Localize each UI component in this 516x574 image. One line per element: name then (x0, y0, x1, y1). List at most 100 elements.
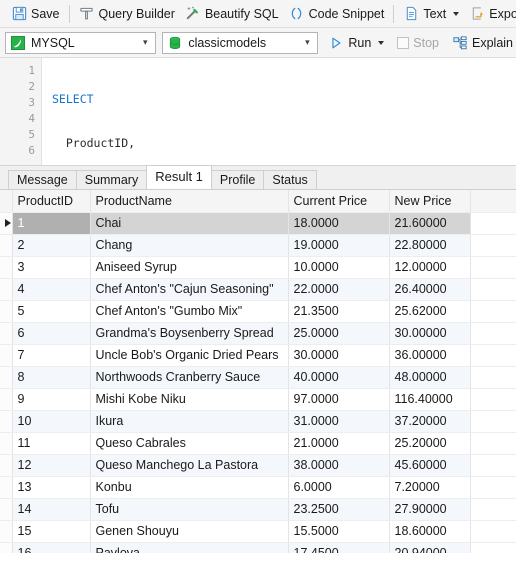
cell-currentprice[interactable]: 15.5000 (288, 520, 390, 543)
row-selector-cell[interactable] (0, 410, 13, 433)
row-selector-cell[interactable] (0, 278, 13, 301)
row-selector-cell[interactable] (0, 520, 13, 543)
driver-select[interactable]: MYSQL ▾ (5, 31, 157, 54)
row-selector-cell[interactable] (0, 498, 13, 521)
tab-profile[interactable]: Profile (210, 170, 265, 189)
cell-newprice[interactable]: 18.60000 (389, 520, 471, 543)
chevron-down-icon[interactable] (453, 11, 460, 16)
cell-productname[interactable]: Ikura (90, 410, 289, 433)
cell-currentprice[interactable]: 38.0000 (288, 454, 390, 477)
run-button[interactable]: Run (324, 32, 387, 54)
cell-productid[interactable]: 9 (12, 388, 91, 411)
row-selector-cell[interactable] (0, 344, 13, 367)
cell-productname[interactable]: Konbu (90, 476, 289, 499)
table-row[interactable]: 7 Uncle Bob's Organic Dried Pears 30.0000 3… (0, 344, 516, 367)
sql-code-area[interactable]: SELECT ProductID, ProductName, UnitPrice… (42, 58, 516, 165)
cell-currentprice[interactable]: 31.0000 (288, 410, 390, 433)
row-selector-cell[interactable] (0, 432, 13, 455)
cell-productid[interactable]: 5 (12, 300, 91, 323)
code-snippet-button[interactable]: Code Snippet (284, 2, 390, 26)
chevron-down-icon[interactable]: ▾ (300, 37, 314, 48)
cell-newprice[interactable]: 12.00000 (389, 256, 471, 279)
cell-productid[interactable]: 12 (12, 454, 91, 477)
cell-productname[interactable]: Tofu (90, 498, 289, 521)
cell-currentprice[interactable]: 18.0000 (288, 212, 390, 235)
cell-productid[interactable]: 4 (12, 278, 91, 301)
save-button[interactable]: Save (6, 2, 65, 26)
column-header-newprice[interactable]: New Price (389, 190, 471, 213)
cell-productid[interactable]: 15 (12, 520, 91, 543)
cell-newprice[interactable]: 20.94000 (389, 542, 471, 553)
cell-newprice[interactable]: 27.90000 (389, 498, 471, 521)
table-row[interactable]: 8 Northwoods Cranberry Sauce 40.0000 48.000… (0, 366, 516, 389)
table-row[interactable]: 1 Chai 18.0000 21.60000 (0, 212, 516, 235)
cell-productname[interactable]: Aniseed Syrup (90, 256, 289, 279)
cell-productid[interactable]: 3 (12, 256, 91, 279)
table-row[interactable]: 14 Tofu 23.2500 27.90000 (0, 498, 516, 521)
row-selector-cell[interactable] (0, 322, 13, 345)
export-result-button[interactable]: Export Re (464, 2, 516, 26)
cell-productid[interactable]: 16 (12, 542, 91, 553)
cell-newprice[interactable]: 30.00000 (389, 322, 471, 345)
cell-newprice[interactable]: 25.62000 (389, 300, 471, 323)
cell-productid[interactable]: 2 (12, 234, 91, 257)
tab-summary[interactable]: Summary (75, 170, 148, 189)
table-row[interactable]: 9 Mishi Kobe Niku 97.0000 116.40000 (0, 388, 516, 411)
cell-productname[interactable]: Pavlova (90, 542, 289, 553)
column-header-productname[interactable]: ProductName (90, 190, 289, 213)
cell-productid[interactable]: 11 (12, 432, 91, 455)
cell-newprice[interactable]: 45.60000 (389, 454, 471, 477)
cell-productname[interactable]: Mishi Kobe Niku (90, 388, 289, 411)
column-header-productid[interactable]: ProductID (12, 190, 91, 213)
chevron-down-icon[interactable]: ▾ (138, 37, 152, 48)
sql-editor[interactable]: 1 2 3 4 5 6 SELECT ProductID, ProductNam… (0, 58, 516, 166)
cell-currentprice[interactable]: 21.0000 (288, 432, 390, 455)
table-row[interactable]: 10 Ikura 31.0000 37.20000 (0, 410, 516, 433)
tab-status[interactable]: Status (263, 170, 317, 189)
cell-productname[interactable]: Queso Manchego La Pastora (90, 454, 289, 477)
cell-productid[interactable]: 7 (12, 344, 91, 367)
table-row[interactable]: 3 Aniseed Syrup 10.0000 12.00000 (0, 256, 516, 279)
cell-currentprice[interactable]: 40.0000 (288, 366, 390, 389)
cell-currentprice[interactable]: 30.0000 (288, 344, 390, 367)
cell-currentprice[interactable]: 10.0000 (288, 256, 390, 279)
cell-newprice[interactable]: 26.40000 (389, 278, 471, 301)
row-selector-cell[interactable] (0, 212, 13, 235)
result-grid-container[interactable]: ProductID ProductName Current Price New … (0, 190, 516, 553)
cell-newprice[interactable]: 116.40000 (389, 388, 471, 411)
cell-productname[interactable]: Genen Shouyu (90, 520, 289, 543)
row-selector-cell[interactable] (0, 388, 13, 411)
table-row[interactable]: 16 Pavlova 17.4500 20.94000 (0, 542, 516, 553)
cell-productid[interactable]: 14 (12, 498, 91, 521)
query-builder-button[interactable]: Query Builder (74, 2, 180, 26)
cell-productname[interactable]: Chai (90, 212, 289, 235)
text-format-button[interactable]: Text (398, 2, 464, 26)
row-selector-cell[interactable] (0, 454, 13, 477)
database-select[interactable]: classicmodels ▾ (162, 31, 319, 54)
row-selector-cell[interactable] (0, 542, 13, 553)
cell-newprice[interactable]: 37.20000 (389, 410, 471, 433)
row-selector-cell[interactable] (0, 476, 13, 499)
chevron-down-icon[interactable] (378, 40, 385, 45)
row-selector-cell[interactable] (0, 366, 13, 389)
table-row[interactable]: 5 Chef Anton's "Gumbo Mix" 21.3500 25.62000 (0, 300, 516, 323)
cell-currentprice[interactable]: 25.0000 (288, 322, 390, 345)
row-selector-cell[interactable] (0, 256, 13, 279)
cell-currentprice[interactable]: 19.0000 (288, 234, 390, 257)
cell-currentprice[interactable]: 22.0000 (288, 278, 390, 301)
cell-newprice[interactable]: 7.20000 (389, 476, 471, 499)
cell-newprice[interactable]: 48.00000 (389, 366, 471, 389)
cell-productid[interactable]: 8 (12, 366, 91, 389)
cell-currentprice[interactable]: 21.3500 (288, 300, 390, 323)
cell-newprice[interactable]: 21.60000 (389, 212, 471, 235)
row-selector-cell[interactable] (0, 234, 13, 257)
cell-productid[interactable]: 6 (12, 322, 91, 345)
cell-currentprice[interactable]: 23.2500 (288, 498, 390, 521)
cell-productname[interactable]: Chef Anton's "Cajun Seasoning" (90, 278, 289, 301)
table-row[interactable]: 12 Queso Manchego La Pastora 38.0000 45.600… (0, 454, 516, 477)
table-row[interactable]: 13 Konbu 6.0000 7.20000 (0, 476, 516, 499)
cell-newprice[interactable]: 36.00000 (389, 344, 471, 367)
cell-productid[interactable]: 10 (12, 410, 91, 433)
cell-currentprice[interactable]: 17.4500 (288, 542, 390, 553)
table-row[interactable]: 4 Chef Anton's "Cajun Seasoning" 22.0000 26… (0, 278, 516, 301)
